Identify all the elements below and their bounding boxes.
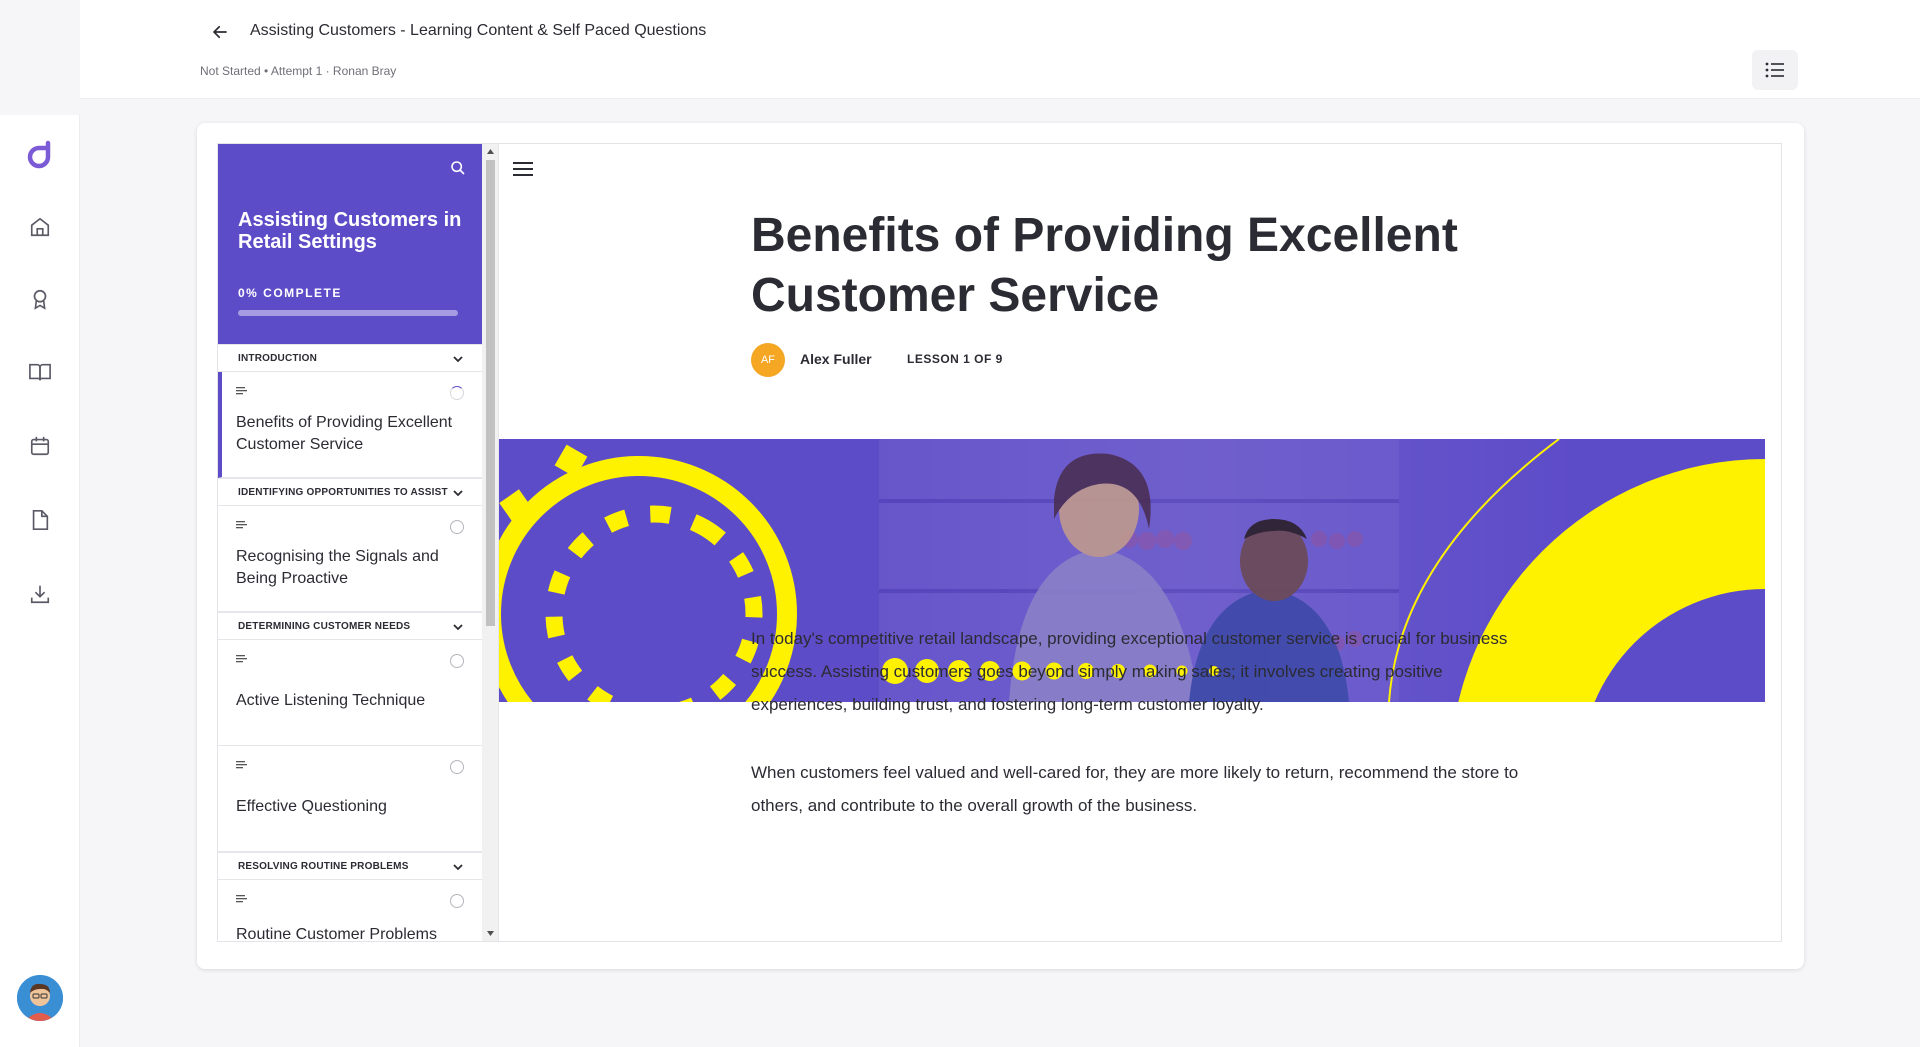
user-avatar[interactable] [17,975,63,1021]
lesson-title: Effective Questioning [236,798,387,815]
lesson-title: Active Listening Technique [236,692,426,709]
author-avatar: AF [751,343,785,377]
document-icon[interactable] [26,506,54,534]
lesson-heading: Benefits of Providing Excellent Customer… [751,209,1458,322]
lesson-title: Benefits of Providing Excellent Customer… [236,414,453,453]
lesson-count: LESSON 1 OF 9 [907,352,1003,366]
award-icon[interactable] [26,285,54,313]
text-lines-icon [236,895,247,903]
lesson-frame: Assisting Customers in Retail Settings 0… [217,143,1782,942]
text-lines-icon [236,521,247,529]
lesson-title: Routine Customer Problems [236,926,437,941]
sidebar-scrollbar-thumb[interactable] [486,160,495,626]
back-button[interactable] [200,14,240,50]
lesson-item[interactable]: Routine Customer Problems [218,880,482,941]
author-name: Alex Fuller [800,351,872,367]
text-lines-icon [236,387,247,395]
text-lines-icon [236,761,247,769]
chevron-down-icon [453,624,463,631]
lesson-status-icon [450,386,464,400]
scroll-up-icon[interactable] [486,147,495,156]
section-determining-needs[interactable]: DETERMINING CUSTOMER NEEDS [218,612,482,640]
rail-top-spacer [0,0,80,115]
outline-toggle-button[interactable] [1752,50,1798,90]
progress-label: 0% COMPLETE [238,286,342,300]
lesson-status-icon [450,654,464,668]
lesson-card: Assisting Customers in Retail Settings 0… [197,123,1804,969]
lesson-paragraph: When customers feel valued and well-care… [751,763,1519,815]
lesson-status-icon [450,520,464,534]
section-label: INTRODUCTION [238,352,318,364]
lesson-item[interactable]: Effective Questioning [218,746,482,852]
progress-bar [238,310,458,316]
section-label: IDENTIFYING OPPORTUNITIES TO ASSIST [238,486,448,498]
lesson-item[interactable]: Benefits of Providing Excellent Customer… [218,372,482,478]
page-title: Assisting Customers - Learning Content &… [250,22,707,39]
left-rail [0,115,80,1047]
text-lines-icon [236,655,247,663]
attempt-status: Not Started • Attempt 1 · Ronan Bray [200,64,397,78]
download-icon[interactable] [26,580,54,608]
lesson-paragraph: In today's competitive retail landscape,… [751,629,1508,714]
chevron-down-icon [453,490,463,497]
lesson-item[interactable]: Active Listening Technique [218,640,482,746]
lesson-item[interactable]: Recognising the Signals and Being Proact… [218,506,482,612]
section-label: DETERMINING CUSTOMER NEEDS [238,620,411,632]
sidebar-scrollbar[interactable] [482,144,498,941]
course-title: Assisting Customers in Retail Settings [238,209,462,253]
section-label: RESOLVING ROUTINE PROBLEMS [238,860,409,872]
section-identifying-opportunities[interactable]: IDENTIFYING OPPORTUNITIES TO ASSIST [218,478,482,506]
home-icon[interactable] [26,213,54,241]
lesson-content: Benefits of Providing Excellent Customer… [499,144,1781,941]
section-introduction[interactable]: INTRODUCTION [218,344,482,372]
menu-icon[interactable] [511,156,537,182]
course-header: Assisting Customers in Retail Settings 0… [218,144,482,344]
book-icon[interactable] [26,358,54,386]
course-outline-sidebar: Assisting Customers in Retail Settings 0… [218,144,499,941]
section-resolving-problems[interactable]: RESOLVING ROUTINE PROBLEMS [218,852,482,880]
scroll-down-icon[interactable] [486,929,495,938]
search-icon[interactable] [444,154,472,182]
top-header: Assisting Customers - Learning Content &… [80,0,1920,99]
calendar-icon[interactable] [26,432,54,460]
lesson-status-icon [450,894,464,908]
lesson-status-icon [450,760,464,774]
app-logo-icon[interactable] [22,137,58,173]
chevron-down-icon [453,864,463,871]
lesson-title: Recognising the Signals and Being Proact… [236,548,439,587]
chevron-down-icon [453,356,463,363]
